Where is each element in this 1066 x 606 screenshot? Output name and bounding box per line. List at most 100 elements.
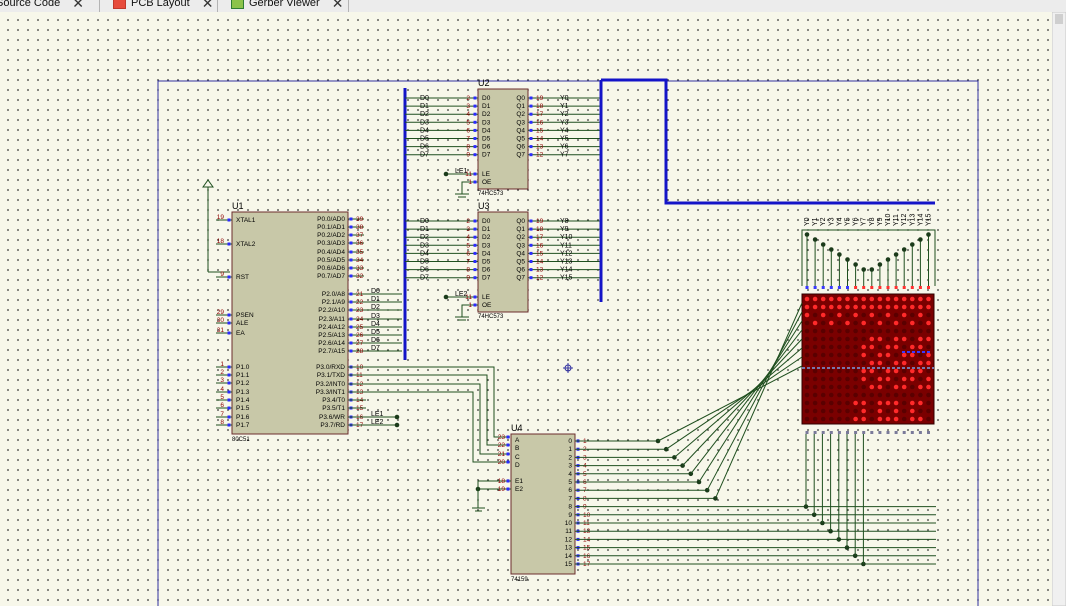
net-label: Y12 bbox=[560, 250, 573, 257]
u2-pin-label: D5 bbox=[482, 136, 491, 143]
led-dot bbox=[829, 320, 834, 326]
led-dot bbox=[853, 360, 858, 366]
junction-dot bbox=[901, 247, 907, 252]
matrix-col-label: Y5 bbox=[845, 217, 852, 226]
pin-marker bbox=[227, 373, 231, 377]
led-dot bbox=[893, 312, 899, 318]
led-dot bbox=[837, 360, 842, 366]
led-dot bbox=[853, 416, 858, 422]
pin-marker bbox=[227, 313, 231, 317]
led-dot bbox=[820, 416, 826, 422]
led-dot bbox=[804, 416, 810, 422]
led-dot bbox=[926, 400, 931, 406]
u4-pin-label: 2 bbox=[568, 454, 572, 461]
led-dot bbox=[901, 408, 907, 414]
led-dot bbox=[926, 328, 931, 334]
led-dot bbox=[829, 328, 834, 334]
led-dot bbox=[893, 304, 899, 310]
u3-pin-label: Q4 bbox=[516, 250, 525, 257]
led-dot bbox=[893, 352, 899, 358]
u2-pin-label: Q3 bbox=[516, 119, 525, 126]
u2-pin-label: Q7 bbox=[516, 152, 525, 159]
matrix-row-pin bbox=[813, 431, 817, 434]
u4-pin-label: B bbox=[515, 445, 519, 452]
led-dot bbox=[893, 376, 899, 382]
led-dot bbox=[901, 320, 907, 326]
u2-pin-number: 7 bbox=[466, 136, 470, 143]
pin-marker bbox=[529, 260, 533, 263]
u2-type-label: 74HC573 bbox=[478, 191, 504, 197]
led-dot bbox=[869, 296, 875, 302]
led-dot bbox=[885, 344, 891, 350]
led-dot bbox=[901, 328, 907, 334]
u4-pin-label: 8 bbox=[568, 504, 572, 511]
led-dot bbox=[861, 376, 866, 382]
u1-pin-number: 29 bbox=[217, 309, 225, 316]
u1-pin-label: P1.5 bbox=[236, 405, 250, 412]
led-dot bbox=[853, 336, 858, 342]
led-dot bbox=[845, 296, 850, 302]
led-dot bbox=[885, 392, 891, 398]
pin-marker bbox=[227, 406, 231, 410]
u3-pin-number: 15 bbox=[536, 250, 544, 257]
matrix-col-label: Y8 bbox=[869, 217, 876, 226]
led-dot bbox=[910, 320, 915, 326]
led-dot bbox=[812, 336, 818, 342]
u2-pin-label: Q5 bbox=[516, 136, 525, 143]
scroll-thumb[interactable] bbox=[1055, 14, 1063, 24]
u3-pin-label: D0 bbox=[482, 218, 491, 225]
net-label: D6 bbox=[371, 337, 380, 344]
led-dot bbox=[861, 344, 866, 350]
u1-pin-label: ALE bbox=[236, 320, 249, 327]
led-dot bbox=[877, 328, 883, 334]
led-dot bbox=[804, 376, 810, 382]
led-dot bbox=[804, 312, 810, 318]
matrix-row-pin bbox=[805, 431, 809, 434]
led-dot bbox=[845, 328, 850, 334]
pin-marker bbox=[349, 250, 353, 254]
pin-marker bbox=[227, 242, 231, 246]
u2-pin-number: 3 bbox=[466, 103, 470, 110]
led-dot bbox=[804, 344, 810, 350]
u2-pin-number: 15 bbox=[536, 127, 544, 134]
u4-pin-number: 22 bbox=[498, 442, 506, 449]
matrix-col-pin bbox=[846, 286, 849, 289]
u1-pin-number: 7 bbox=[220, 411, 224, 418]
u2-pin-number: 11 bbox=[465, 171, 472, 178]
pin-marker bbox=[473, 120, 477, 124]
led-dot bbox=[910, 392, 915, 398]
led-dot bbox=[910, 344, 915, 350]
led-dot bbox=[861, 352, 866, 358]
pin-marker bbox=[349, 233, 353, 237]
led-dot bbox=[869, 312, 875, 318]
matrix-col-pin bbox=[805, 286, 809, 289]
u3-pin-label: D4 bbox=[482, 250, 491, 257]
net-label: D3 bbox=[420, 242, 429, 249]
led-dot bbox=[845, 344, 850, 350]
u1-pin-label: P3.6/WR bbox=[319, 414, 345, 421]
u3-pin-label: Q5 bbox=[516, 259, 525, 266]
led-dot bbox=[901, 376, 907, 382]
led-dot bbox=[926, 408, 931, 414]
u3-pin-number: 12 bbox=[536, 275, 544, 282]
led-dot bbox=[910, 296, 915, 302]
vertical-scrollbar[interactable] bbox=[1052, 12, 1066, 606]
led-dot bbox=[918, 320, 923, 326]
led-dot bbox=[829, 312, 834, 318]
led-dot bbox=[804, 368, 810, 374]
led-dot bbox=[837, 392, 842, 398]
junction-dot bbox=[394, 414, 400, 420]
led-dot bbox=[910, 376, 915, 382]
net-label: D3 bbox=[371, 313, 380, 320]
u1-pin-label: P2.1/A9 bbox=[322, 299, 346, 306]
led-dot bbox=[885, 336, 891, 342]
net-label: Y0 bbox=[560, 95, 569, 102]
net-label: D2 bbox=[420, 234, 429, 241]
u2-pin-label: OE bbox=[482, 179, 492, 186]
led-dot bbox=[918, 416, 923, 422]
schematic-drawing[interactable]: U180C5119 XTAL118 XTAL29 RST29 PSEN30 ALE31 EA… bbox=[0, 0, 1066, 606]
pin-marker bbox=[349, 241, 353, 245]
pin-marker bbox=[529, 219, 533, 223]
u2-pin-number: 16 bbox=[536, 119, 544, 126]
led-dot bbox=[837, 344, 842, 350]
